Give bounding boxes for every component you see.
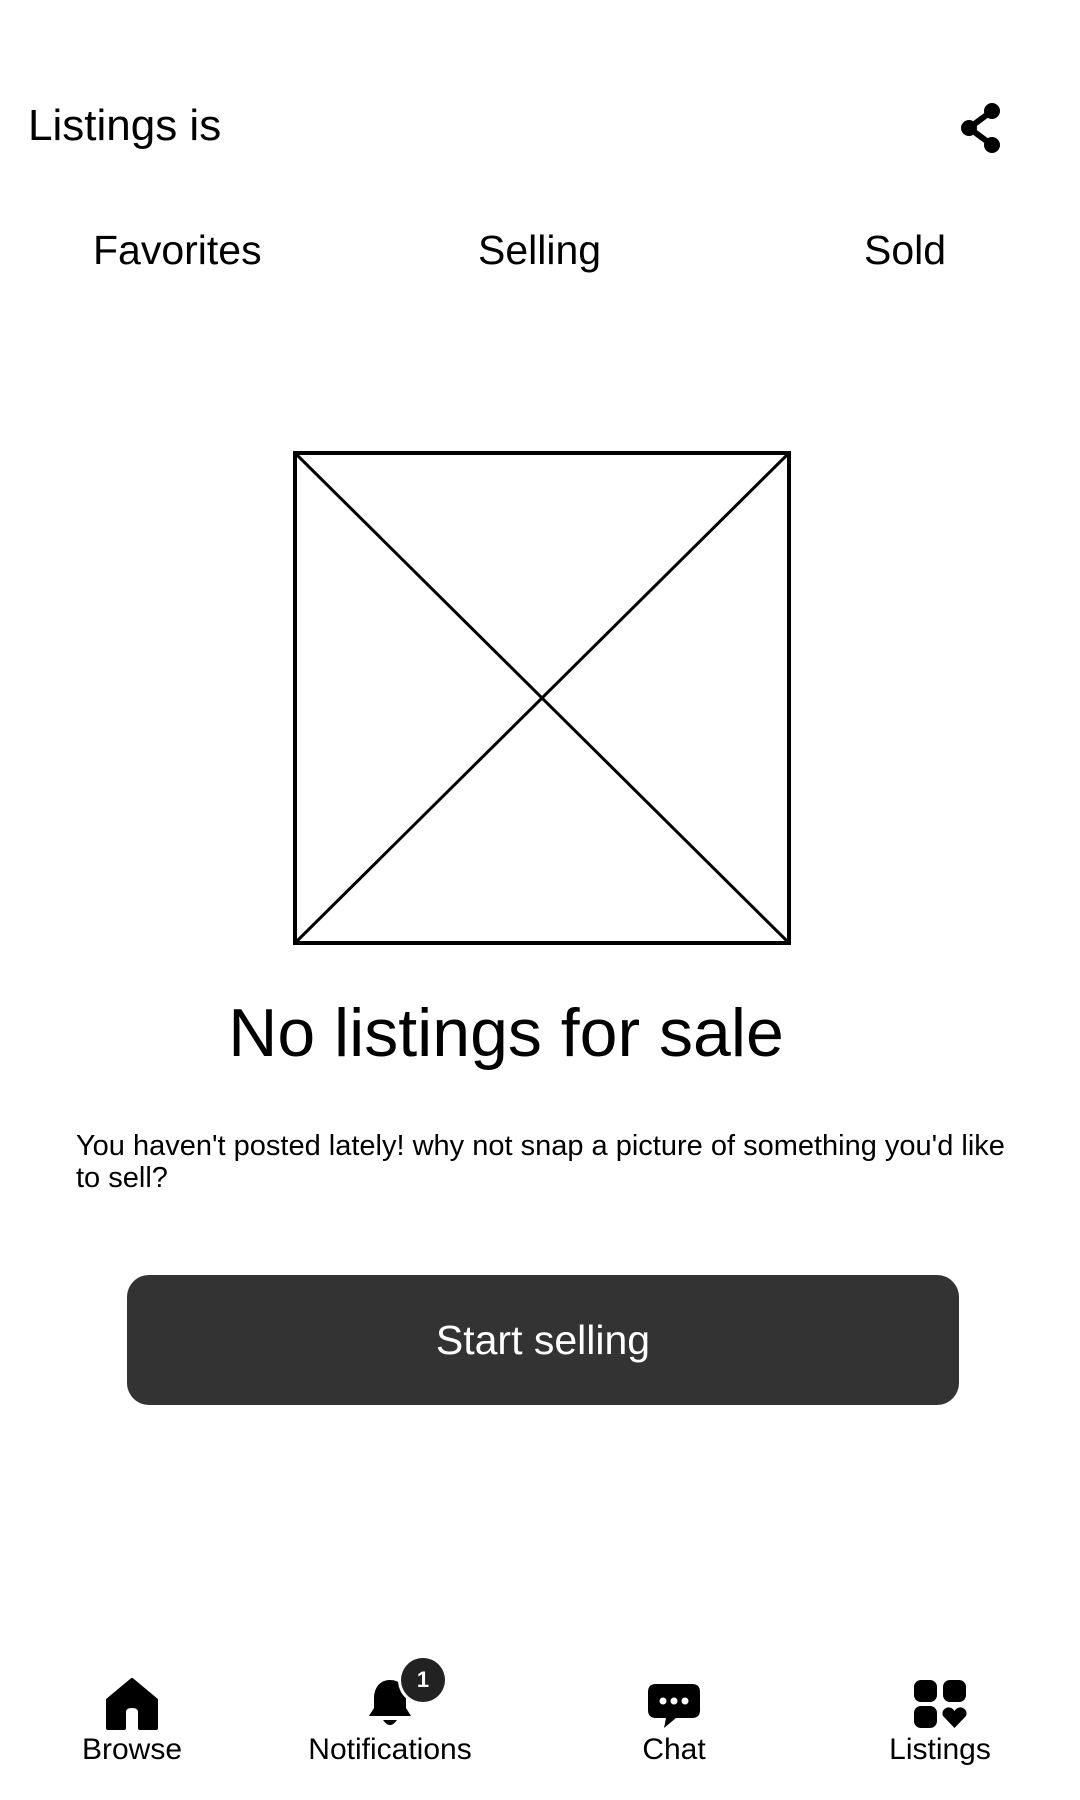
nav-label-browse: Browse [81,1733,183,1766]
listings-grid-icon [914,1680,967,1728]
nav-item-notifications[interactable]: 1 Notifications [300,1658,480,1790]
listings-icon-wrapper [905,1660,975,1730]
share-icon [961,103,1000,153]
tab-sold[interactable]: Sold [864,220,946,280]
home-icon-wrapper [97,1660,167,1730]
nav-item-listings[interactable]: Listings [880,1660,1000,1790]
bottom-navigation: Browse 1 Notifications Chat Listings [0,1658,1080,1800]
nav-label-listings: Listings [889,1733,991,1766]
tab-selling[interactable]: Selling [478,220,601,280]
start-selling-button[interactable]: Start selling [127,1275,959,1405]
app-header: Listings is [0,0,1080,200]
nav-label-chat: Chat [642,1733,706,1766]
listing-tabs: Favorites Selling Sold [0,220,1080,280]
nav-item-browse[interactable]: Browse [72,1660,192,1790]
bell-icon-wrapper: 1 [355,1658,445,1730]
empty-state-message: You haven't posted lately! why not snap … [76,1130,1005,1194]
notification-badge: 1 [401,1658,445,1702]
share-button[interactable] [950,96,1014,160]
chat-bubble-icon [648,1684,700,1728]
page-title: Listings is [28,101,222,150]
nav-label-notifications: Notifications [308,1733,472,1766]
nav-item-chat[interactable]: Chat [624,1660,724,1790]
empty-state-title: No listings for sale [228,995,784,1071]
home-icon [106,1678,158,1730]
image-placeholder-icon [293,451,791,945]
chat-icon-wrapper [639,1660,709,1730]
tab-favorites[interactable]: Favorites [93,220,262,280]
